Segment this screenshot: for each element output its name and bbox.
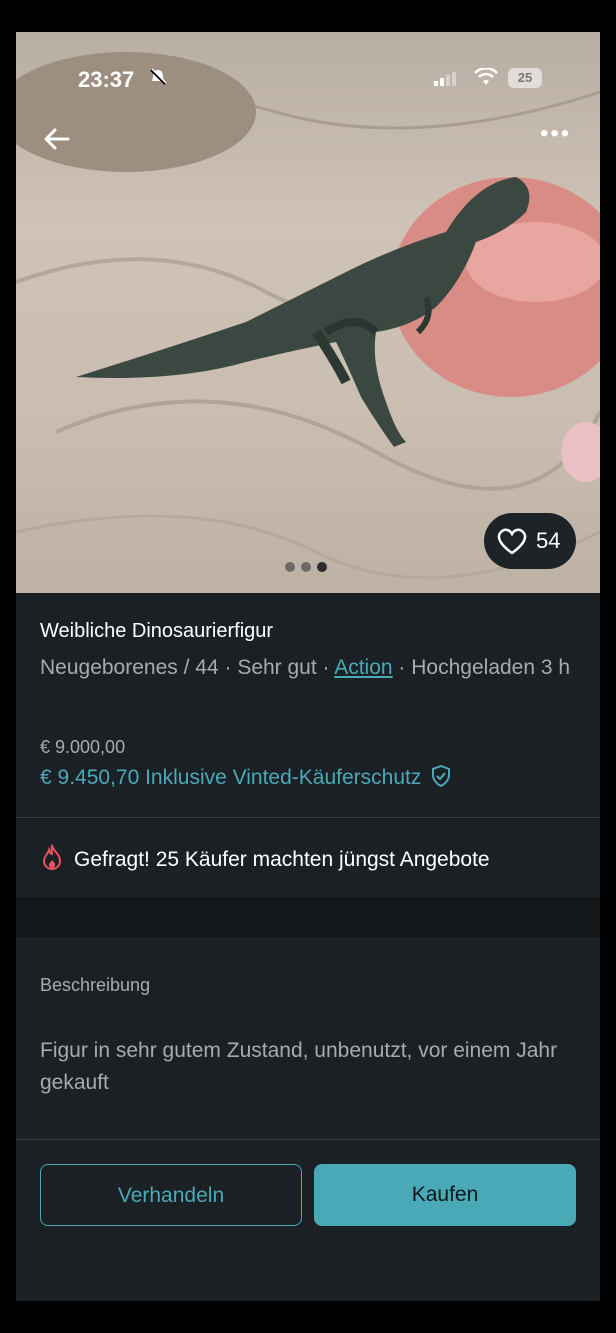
description-label: Beschreibung: [40, 975, 151, 995]
heart-icon: [497, 528, 527, 555]
item-meta: Neugeborenes / 44 · Sehr gut · Action · …: [40, 656, 571, 679]
item-brand-link[interactable]: Action: [334, 656, 392, 679]
back-arrow-icon[interactable]: [42, 124, 72, 154]
demand-banner: Gefragt! 25 Käufer machten jüngst Angebo…: [40, 843, 490, 872]
divider: [16, 817, 600, 818]
app-screen: 23:37 25 ••• 54 Weibliche Dinosaurierfig…: [16, 32, 600, 1301]
item-photo[interactable]: 23:37 25 ••• 54: [16, 32, 600, 593]
pagination-dot-active[interactable]: [317, 562, 327, 572]
pagination-dot[interactable]: [285, 562, 295, 572]
section-gap: [16, 897, 600, 937]
divider: [16, 1139, 600, 1140]
demand-text: Gefragt! 25 Käufer machten jüngst Angebo…: [74, 848, 490, 871]
more-icon[interactable]: •••: [540, 122, 576, 148]
status-bar: 23:37 25: [16, 32, 600, 122]
battery-indicator: 25: [508, 68, 542, 88]
pagination-dot[interactable]: [301, 562, 311, 572]
item-uploaded: Hochgeladen 3 h: [411, 656, 571, 679]
item-condition: Sehr gut: [237, 656, 317, 679]
item-title: Weibliche Dinosaurierfigur: [40, 620, 274, 642]
description-text: Figur in sehr gutem Zustand, unbenutzt, …: [40, 1039, 558, 1094]
shield-check-icon: [432, 764, 451, 788]
flame-icon: [42, 843, 62, 871]
item-price: € 9.000,00: [40, 737, 126, 757]
favourite-count: 54: [536, 528, 561, 553]
negotiate-button[interactable]: Verhandeln: [40, 1164, 302, 1226]
item-size: Neugeborenes / 44: [40, 656, 219, 679]
buy-button[interactable]: Kaufen: [314, 1164, 576, 1226]
favourite-button[interactable]: 54: [484, 513, 576, 569]
photo-pagination: [285, 559, 333, 577]
status-time: 23:37: [78, 67, 135, 92]
item-price-total[interactable]: € 9.450,70 Inklusive Vinted-Käuferschutz: [40, 764, 451, 790]
price-total-text: € 9.450,70 Inklusive Vinted-Käuferschutz: [40, 766, 422, 789]
